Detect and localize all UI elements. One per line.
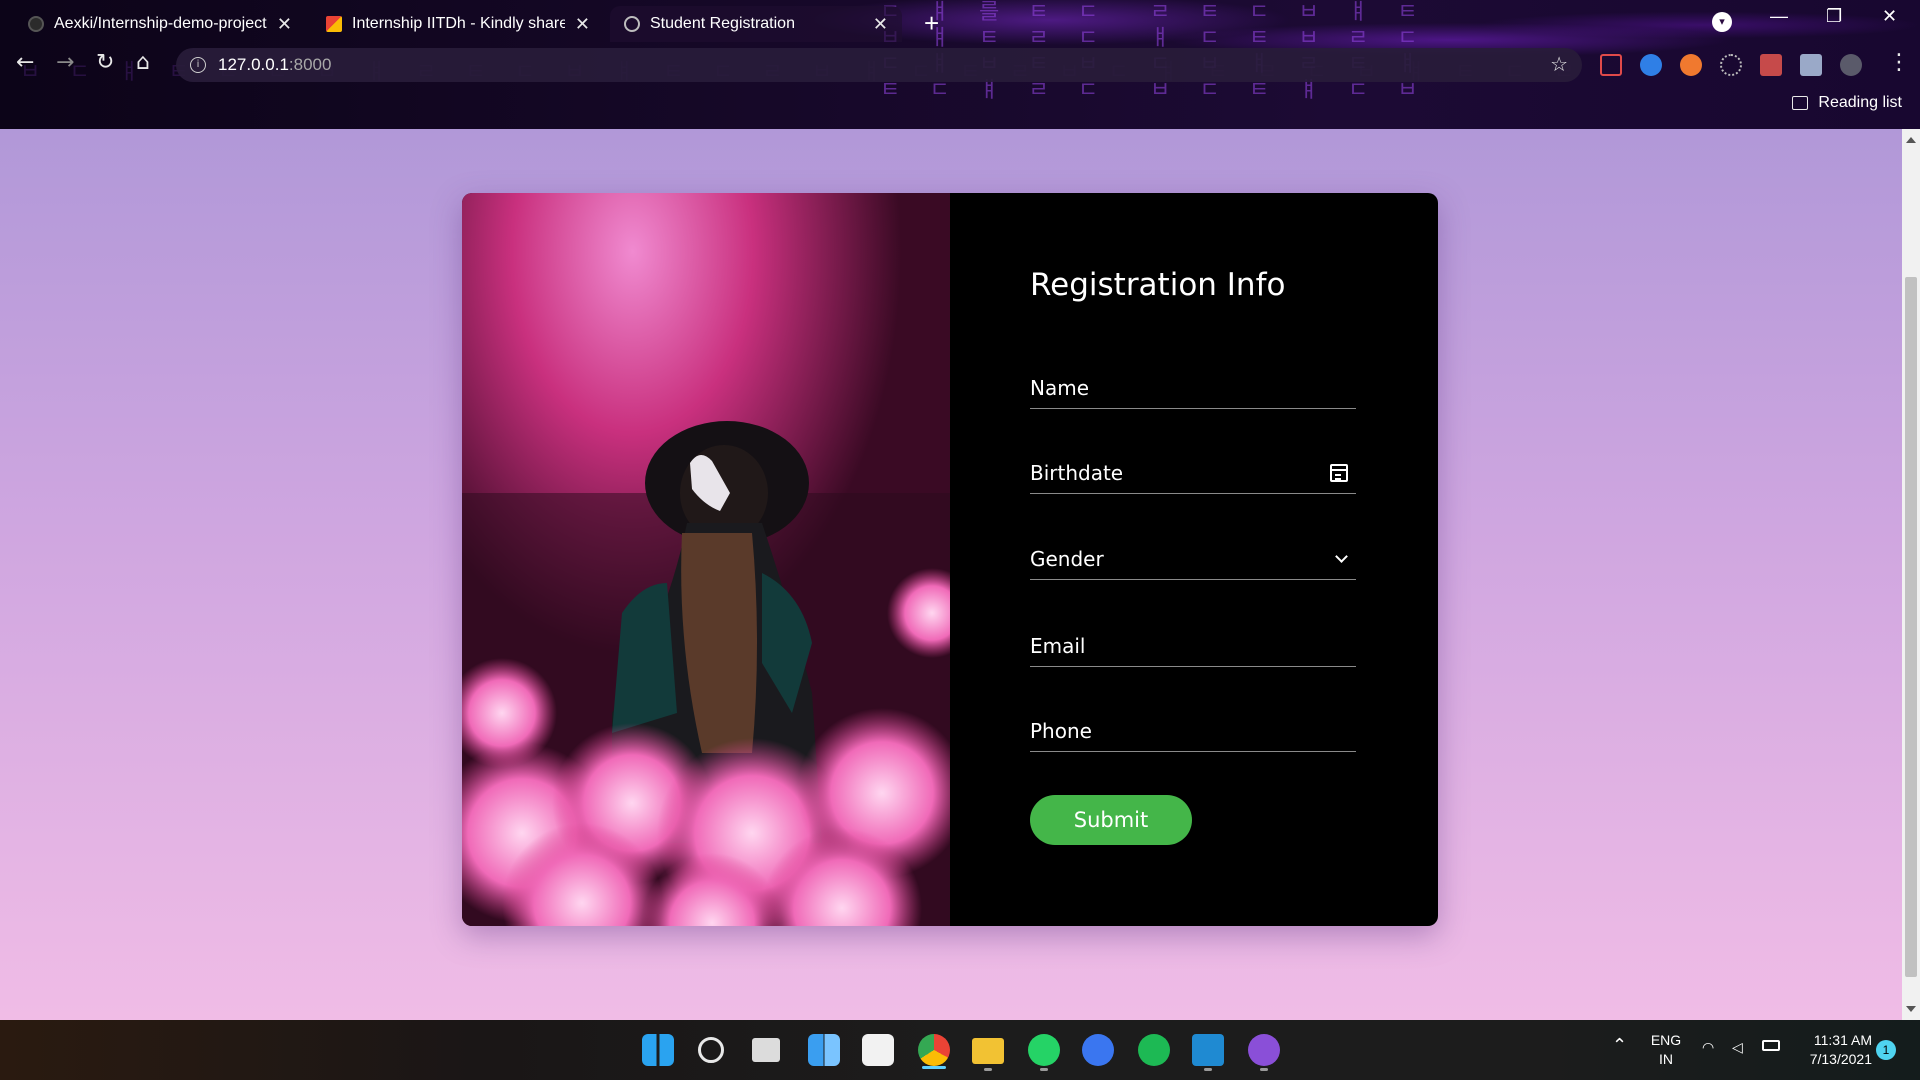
clock-time: 11:31 AM	[1813, 1032, 1872, 1048]
github-icon	[28, 16, 44, 32]
running-indicator	[1040, 1068, 1048, 1071]
clock[interactable]: 11:31 AM 7/13/2021	[1792, 1031, 1872, 1069]
clock-date: 7/13/2021	[1809, 1051, 1872, 1067]
windows-start-icon[interactable]	[642, 1034, 674, 1066]
phone-input[interactable]	[1030, 712, 1356, 750]
running-indicator	[984, 1068, 992, 1071]
extensions-puzzle-icon[interactable]	[1800, 54, 1822, 76]
spotify-icon[interactable]	[1138, 1034, 1170, 1066]
signal-icon[interactable]	[1082, 1034, 1114, 1066]
store-icon[interactable]	[862, 1034, 894, 1066]
tab-title: Aexki/Internship-demo-project	[54, 15, 267, 32]
tab-title: Student Registration	[650, 15, 795, 32]
name-input[interactable]	[1030, 369, 1356, 407]
search-icon[interactable]	[698, 1037, 724, 1063]
scroll-up-arrow-icon[interactable]	[1906, 137, 1916, 143]
running-indicator	[1260, 1068, 1268, 1071]
tab-strip: Aexki/Internship-demo-project ✕ Internsh…	[0, 0, 1920, 42]
hero-image	[462, 193, 950, 926]
birthdate-input[interactable]	[1030, 454, 1356, 492]
language-line-1: ENG	[1650, 1032, 1682, 1048]
close-icon[interactable]: ✕	[277, 14, 292, 35]
running-indicator	[1204, 1068, 1212, 1071]
profile-avatar-icon[interactable]	[1840, 54, 1862, 76]
birthdate-field	[1030, 454, 1356, 494]
bookmark-star-icon[interactable]: ☆	[1550, 52, 1568, 76]
extension-infinity-icon[interactable]	[1640, 54, 1662, 76]
volume-icon[interactable]: ◁	[1732, 1038, 1743, 1057]
language-indicator[interactable]: ENG IN	[1644, 1031, 1688, 1069]
address-port: :8000	[288, 55, 332, 74]
email-field	[1030, 627, 1356, 667]
notification-badge[interactable]: 1	[1876, 1040, 1896, 1060]
whatsapp-icon[interactable]	[1028, 1034, 1060, 1066]
windows-taskbar: ⌃ ENG IN ◠ ◁ 11:31 AM 7/13/2021	[0, 1020, 1920, 1080]
extension-orange-icon[interactable]	[1680, 54, 1702, 76]
tab-github[interactable]: Aexki/Internship-demo-project ✕	[14, 6, 306, 42]
gender-select[interactable]: Gender	[1030, 540, 1356, 578]
extension-dots-icon[interactable]	[1720, 54, 1742, 76]
forward-arrow-icon[interactable]: →	[56, 50, 74, 75]
home-icon[interactable]: ⌂	[136, 50, 150, 75]
submit-button[interactable]: Submit	[1030, 795, 1192, 845]
registration-card: Registration Info Gender Submit	[462, 193, 1438, 926]
chrome-icon[interactable]	[918, 1034, 950, 1066]
tray-overflow-chevron-icon[interactable]: ⌃	[1612, 1036, 1627, 1055]
window-close-button[interactable]: ✕	[1882, 6, 1897, 27]
gender-field: Gender	[1030, 540, 1356, 580]
browser-toolbar: ← → ↻ ⌂ i 127.0.0.1 :8000 ☆ ⋮	[0, 46, 1920, 84]
minimize-button[interactable]: —	[1770, 6, 1788, 27]
github-desktop-icon[interactable]	[1248, 1034, 1280, 1066]
language-line-2: IN	[1659, 1051, 1673, 1067]
chrome-active-indicator	[922, 1066, 946, 1069]
tab-search-icon[interactable]: ▾	[1712, 12, 1732, 32]
vscode-icon[interactable]	[1192, 1034, 1224, 1066]
page-scrollbar[interactable]	[1902, 129, 1920, 1020]
reload-icon[interactable]: ↻	[96, 50, 114, 75]
scroll-thumb[interactable]	[1905, 277, 1917, 977]
reading-list-icon	[1792, 96, 1809, 110]
email-input[interactable]	[1030, 627, 1356, 665]
new-tab-button[interactable]: +	[924, 8, 939, 39]
extension-adobe-icon[interactable]	[1600, 54, 1622, 76]
address-host: 127.0.0.1	[218, 55, 289, 74]
wifi-icon[interactable]: ◠	[1702, 1038, 1714, 1057]
restore-button[interactable]: ❐	[1826, 6, 1842, 27]
smoke-portrait-illustration	[462, 193, 950, 926]
tab-title: Internship IITDh - Kindly share th	[352, 15, 565, 32]
close-icon[interactable]: ✕	[873, 14, 888, 35]
calendar-icon[interactable]	[1330, 464, 1348, 482]
registration-form: Registration Info Gender Submit	[950, 193, 1438, 926]
tab-gmail[interactable]: Internship IITDh - Kindly share th ✕	[312, 6, 604, 42]
file-explorer-icon[interactable]	[972, 1038, 1004, 1064]
reading-list-button[interactable]: Reading list	[1792, 94, 1902, 112]
browser-chrome: ㄷ ㅒ 를 ㅌ ㄷ ㅂ ㅒ ㅌ ㄹ ㄷ ㄷ ㅒ ㅂ ㅌ ㅂ ㅌ ㄷ ㅒ ㄹ ㄷ …	[0, 0, 1920, 129]
back-arrow-icon[interactable]: ←	[16, 50, 34, 75]
form-title: Registration Info	[1030, 267, 1286, 303]
tab-student-registration[interactable]: Student Registration ✕	[610, 6, 902, 42]
task-view-icon[interactable]	[752, 1038, 780, 1062]
reading-list-label: Reading list	[1818, 94, 1902, 111]
widgets-icon[interactable]	[808, 1034, 840, 1066]
name-field	[1030, 369, 1356, 409]
battery-icon[interactable]	[1762, 1040, 1780, 1051]
site-info-icon[interactable]: i	[190, 57, 206, 73]
extension-window-icon[interactable]	[1760, 54, 1782, 76]
address-bar[interactable]: i 127.0.0.1 :8000 ☆	[176, 48, 1582, 82]
scroll-down-arrow-icon[interactable]	[1906, 1006, 1916, 1012]
gmail-icon	[326, 16, 342, 32]
close-icon[interactable]: ✕	[575, 14, 590, 35]
globe-icon	[624, 16, 640, 32]
menu-kebab-icon[interactable]: ⋮	[1888, 50, 1910, 75]
page-viewport: Registration Info Gender Submit	[0, 129, 1902, 1020]
phone-field	[1030, 712, 1356, 752]
